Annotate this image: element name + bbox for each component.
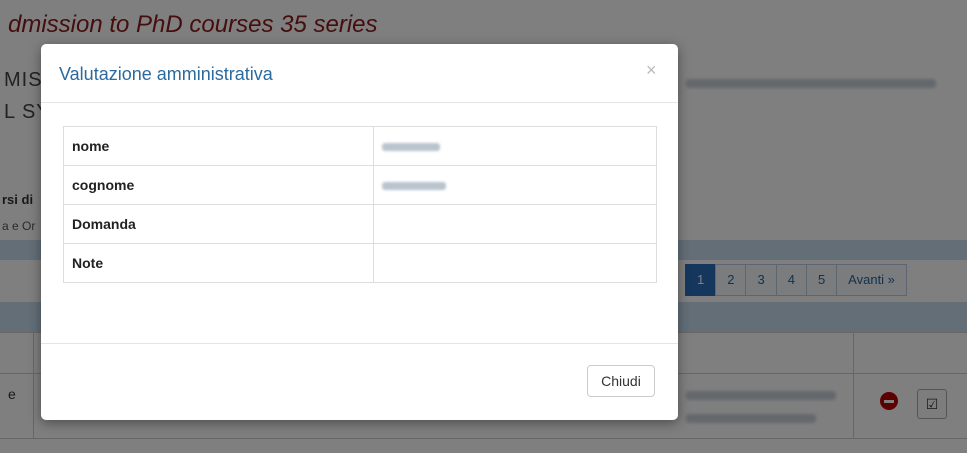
- row-value-domanda: [373, 204, 657, 244]
- modal-header: Valutazione amministrativa ×: [41, 44, 678, 103]
- modal-title: Valutazione amministrativa: [59, 64, 273, 84]
- close-button[interactable]: Chiudi: [587, 365, 655, 397]
- modal-body: nome cognome Domanda Note: [41, 103, 678, 343]
- table-row: Note: [63, 243, 657, 283]
- modal-footer: Chiudi: [41, 343, 678, 421]
- row-key-domanda: Domanda: [63, 204, 374, 244]
- row-key-cognome: cognome: [63, 165, 374, 205]
- table-row: cognome: [63, 165, 657, 205]
- evaluation-modal: Valutazione amministrativa × nome cognom…: [41, 44, 678, 420]
- row-value-nome: [373, 126, 657, 166]
- table-row: nome: [63, 126, 657, 166]
- blurred-value: [382, 182, 446, 190]
- table-row: Domanda: [63, 204, 657, 244]
- blurred-value: [382, 143, 440, 151]
- close-icon[interactable]: ×: [646, 60, 657, 81]
- row-value-note: [373, 243, 657, 283]
- info-table: nome cognome Domanda Note: [63, 126, 657, 283]
- row-key-nome: nome: [63, 126, 374, 166]
- row-key-note: Note: [63, 243, 374, 283]
- row-value-cognome: [373, 165, 657, 205]
